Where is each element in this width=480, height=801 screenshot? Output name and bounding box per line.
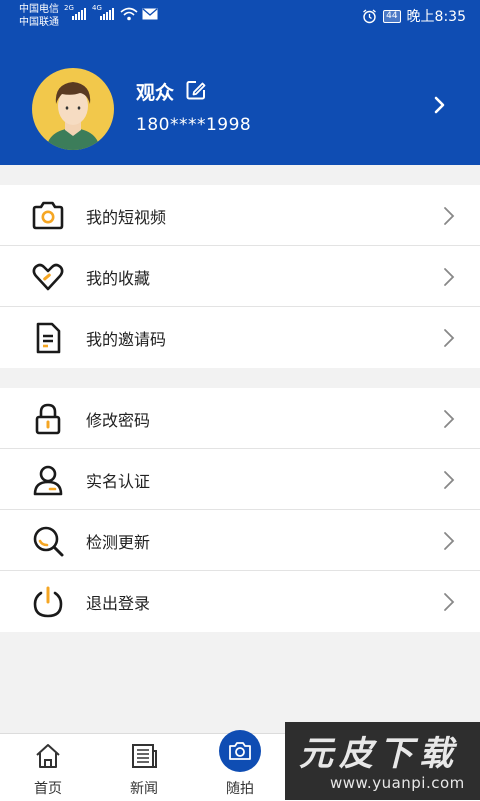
chevron-right-icon (444, 471, 455, 489)
person-icon (33, 465, 63, 496)
news-icon (132, 744, 157, 768)
carrier-1: 中国电信 (19, 4, 59, 15)
watermark-brand: 元皮下载 (299, 734, 459, 774)
profile-header: 中国电信 中国联通 2G 4G 44 晚上8:35 观众 180****1998 (0, 0, 480, 165)
menu-section-content: 我的短视频 我的收藏 我的邀请码 (0, 185, 480, 368)
camera-button (219, 730, 261, 772)
home-icon (36, 744, 60, 768)
chevron-right-icon (444, 268, 455, 286)
watermark-url: www.yuanpi.com (330, 774, 465, 792)
status-bar: 中国电信 中国联通 2G 4G 44 晚上8:35 (0, 0, 480, 32)
menu-item-label: 我的邀请码 (86, 330, 167, 349)
menu-item-favorites[interactable]: 我的收藏 (0, 246, 480, 307)
signal-icon (72, 8, 86, 20)
menu-item-label: 我的收藏 (86, 269, 151, 288)
menu-item-label: 实名认证 (86, 472, 151, 491)
menu-item-label: 退出登录 (86, 594, 151, 613)
menu-item-change-password[interactable]: 修改密码 (0, 388, 480, 449)
edit-icon[interactable] (185, 79, 207, 101)
menu-item-invite-code[interactable]: 我的邀请码 (0, 307, 480, 368)
chevron-right-icon (444, 329, 455, 347)
avatar-person-icon (46, 82, 100, 150)
menu-item-real-name-verification[interactable]: 实名认证 (0, 449, 480, 510)
avatar[interactable] (32, 68, 114, 150)
chevron-right-icon[interactable] (430, 95, 450, 115)
tab-home[interactable]: 首页 (0, 734, 96, 801)
mail-icon (142, 8, 158, 20)
wifi-icon (120, 7, 138, 21)
menu-item-my-videos[interactable]: 我的短视频 (0, 185, 480, 246)
signal-icon (100, 8, 114, 20)
tab-label: 首页 (34, 781, 62, 797)
chevron-right-icon (444, 593, 455, 611)
camera-icon (32, 201, 64, 230)
status-right: 44 晚上8:35 (362, 6, 466, 26)
battery-icon: 44 (383, 9, 401, 23)
menu-section-account: 修改密码 实名认证 检测更新 退出登录 (0, 388, 480, 632)
user-phone: 180****1998 (136, 115, 252, 135)
carrier-2: 中国联通 (19, 17, 59, 28)
chevron-right-icon (444, 410, 455, 428)
user-name: 观众 (136, 82, 175, 104)
tab-label: 新闻 (130, 781, 158, 797)
alarm-icon (363, 8, 376, 23)
menu-item-label: 我的短视频 (86, 208, 167, 227)
menu-item-check-update[interactable]: 检测更新 (0, 510, 480, 571)
chevron-right-icon (444, 532, 455, 550)
search-icon (33, 526, 64, 557)
lock-icon (35, 403, 61, 435)
tab-news[interactable]: 新闻 (96, 734, 192, 801)
status-time: 晚上8:35 (406, 9, 466, 25)
tab-snapshot[interactable]: 随拍 (192, 730, 288, 801)
chevron-right-icon (444, 207, 455, 225)
watermark: 元皮下载 www.yuanpi.com (285, 722, 480, 800)
tab-label: 随拍 (226, 781, 254, 797)
document-icon (36, 322, 61, 354)
menu-item-logout[interactable]: 退出登录 (0, 571, 480, 632)
carrier-info: 中国电信 中国联通 (19, 3, 59, 29)
camera-icon (229, 742, 251, 760)
heart-icon (32, 263, 64, 291)
menu-item-label: 修改密码 (86, 411, 151, 430)
power-icon (33, 586, 63, 618)
menu-item-label: 检测更新 (86, 533, 151, 552)
